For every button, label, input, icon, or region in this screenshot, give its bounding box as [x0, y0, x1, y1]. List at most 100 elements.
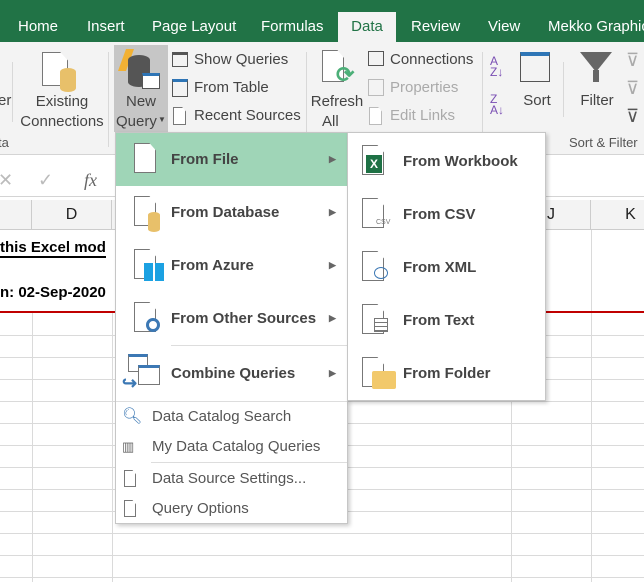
label: Data Catalog Search — [152, 408, 292, 425]
sort-icon — [520, 52, 550, 82]
tab-mekko-graphics[interactable]: Mekko Graphic — [538, 12, 644, 42]
label: From Folder — [403, 365, 491, 382]
label: From Azure — [171, 257, 254, 274]
cell-date[interactable]: n: 02-Sep-2020 — [0, 284, 106, 301]
menu-item-from-file[interactable]: From File ▶ — [116, 133, 347, 186]
label: Query — [116, 113, 157, 130]
sort-button[interactable]: Sort — [516, 50, 560, 130]
connector-icon — [146, 318, 160, 332]
new-query-menu: From File ▶ From Database ▶ From Azure ▶ Fr… — [115, 132, 348, 524]
dropdown-arrow-icon: ▼ — [158, 115, 166, 124]
from-file-submenu: X From Workbook CSV From CSV From XML Fr… — [347, 132, 546, 401]
edit-links-icon — [369, 107, 382, 125]
clear-filter-icon[interactable]: ⊽ — [626, 50, 639, 71]
file-icon — [134, 143, 156, 173]
submenu-arrow-icon: ▶ — [329, 368, 336, 378]
edit-links-button[interactable]: Edit Links — [366, 106, 476, 128]
label: Data Source Settings... — [152, 470, 307, 487]
menu-item-my-data-catalog-queries[interactable]: ▥ My Data Catalog Queries — [116, 432, 347, 462]
label: All — [322, 113, 339, 130]
column-header-k[interactable]: K — [591, 200, 644, 230]
column-header-d[interactable]: D — [32, 200, 112, 230]
cancel-icon[interactable]: ✕ — [0, 170, 13, 191]
excel-icon: X — [366, 155, 382, 173]
tab-home[interactable]: Home — [8, 12, 68, 42]
submenu-item-from-workbook[interactable]: X From Workbook — [348, 135, 545, 188]
tab-insert[interactable]: Insert — [77, 12, 135, 42]
label: Connections — [390, 51, 474, 68]
label: New — [125, 93, 156, 110]
label: From CSV — [403, 206, 476, 223]
label: From Database — [171, 204, 280, 221]
enter-icon[interactable]: ✓ — [38, 170, 53, 191]
recent-sources-button[interactable]: Recent Sources — [170, 106, 301, 128]
menu-item-query-options[interactable]: Query Options — [116, 494, 347, 524]
recent-sources-icon — [173, 107, 186, 125]
existing-connections-button[interactable]: Existing Connections — [18, 48, 106, 132]
label: From Table — [194, 79, 269, 96]
filter-button[interactable]: Filter — [574, 50, 620, 130]
globe-search-icon: 🔍︎ — [122, 408, 143, 425]
cell-title[interactable]: this Excel mod — [0, 239, 106, 258]
tab-review[interactable]: Review — [401, 12, 470, 42]
group-label: ta — [0, 135, 9, 150]
table-icon — [172, 79, 188, 97]
from-table-button[interactable]: From Table — [170, 78, 300, 100]
show-queries-button[interactable]: Show Queries — [170, 50, 300, 72]
group-label: Sort & Filter — [569, 135, 638, 150]
tab-page-layout[interactable]: Page Layout — [142, 12, 246, 42]
menu-item-data-source-settings[interactable]: Data Source Settings... — [116, 464, 347, 494]
label: Properties — [390, 79, 459, 96]
label: Refresh — [310, 93, 364, 110]
windows-azure-icon — [144, 263, 164, 281]
submenu-item-from-text[interactable]: From Text — [348, 294, 545, 347]
label: From File — [171, 151, 239, 168]
label: From Other Sources — [171, 310, 317, 327]
label: Sort — [523, 92, 551, 109]
catalog-queries-icon: ▥ — [122, 439, 135, 454]
menu-item-from-database[interactable]: From Database ▶ — [116, 186, 347, 239]
properties-button[interactable]: Properties — [366, 78, 476, 100]
label: From Workbook — [403, 153, 518, 170]
connections-button[interactable]: Connections — [366, 50, 476, 72]
advanced-filter-icon[interactable]: ⊽ — [626, 106, 639, 127]
menu-item-from-azure[interactable]: From Azure ▶ — [116, 239, 347, 292]
submenu-arrow-icon: ▶ — [329, 260, 336, 270]
options-document-icon — [124, 500, 136, 517]
tab-data[interactable]: Data — [338, 12, 396, 42]
sort-ascending-button[interactable]: A Z↓ — [490, 55, 503, 78]
database-icon — [60, 68, 76, 92]
menu-item-from-other-sources[interactable]: From Other Sources ▶ — [116, 292, 347, 345]
submenu-item-from-xml[interactable]: From XML — [348, 241, 545, 294]
label: From XML — [403, 259, 477, 276]
label: Recent Sources — [194, 107, 301, 124]
label: Connections — [20, 113, 104, 130]
tab-formulas[interactable]: Formulas — [251, 12, 334, 42]
queries-pane-icon — [172, 52, 188, 67]
label: Combine Queries — [171, 365, 296, 382]
table-icon — [142, 73, 160, 89]
submenu-arrow-icon: ▶ — [329, 207, 336, 217]
menu-item-data-catalog-search[interactable]: 🔍︎ Data Catalog Search — [116, 402, 347, 432]
ribbon-tab-bar: Home Insert Page Layout Formulas Data Re… — [0, 0, 644, 42]
reapply-filter-icon[interactable]: ⊽ — [626, 78, 639, 99]
submenu-item-from-folder[interactable]: From Folder — [348, 347, 545, 400]
sort-descending-button[interactable]: Z A↓ — [490, 93, 504, 116]
refresh-all-button[interactable]: ⟳ Refresh All — [310, 48, 364, 132]
refresh-icon: ⟳ — [336, 62, 355, 87]
submenu-item-from-csv[interactable]: CSV From CSV — [348, 188, 545, 241]
submenu-arrow-icon: ▶ — [329, 154, 336, 164]
label: Filter — [580, 92, 614, 109]
connections-icon — [368, 51, 384, 66]
submenu-arrow-icon: ▶ — [329, 313, 336, 323]
menu-item-combine-queries[interactable]: ↪ Combine Queries ▶ — [116, 346, 347, 401]
tab-view[interactable]: View — [478, 12, 530, 42]
new-query-button[interactable]: New Query ▼ — [114, 45, 168, 132]
insert-function-button[interactable]: fx — [84, 170, 97, 191]
label: Existing — [35, 93, 89, 110]
folder-icon — [372, 371, 396, 389]
cut-off-button-label[interactable]: er — [0, 92, 11, 109]
label: Query Options — [152, 500, 249, 517]
label: From Text — [403, 312, 475, 329]
database-icon — [148, 212, 160, 232]
